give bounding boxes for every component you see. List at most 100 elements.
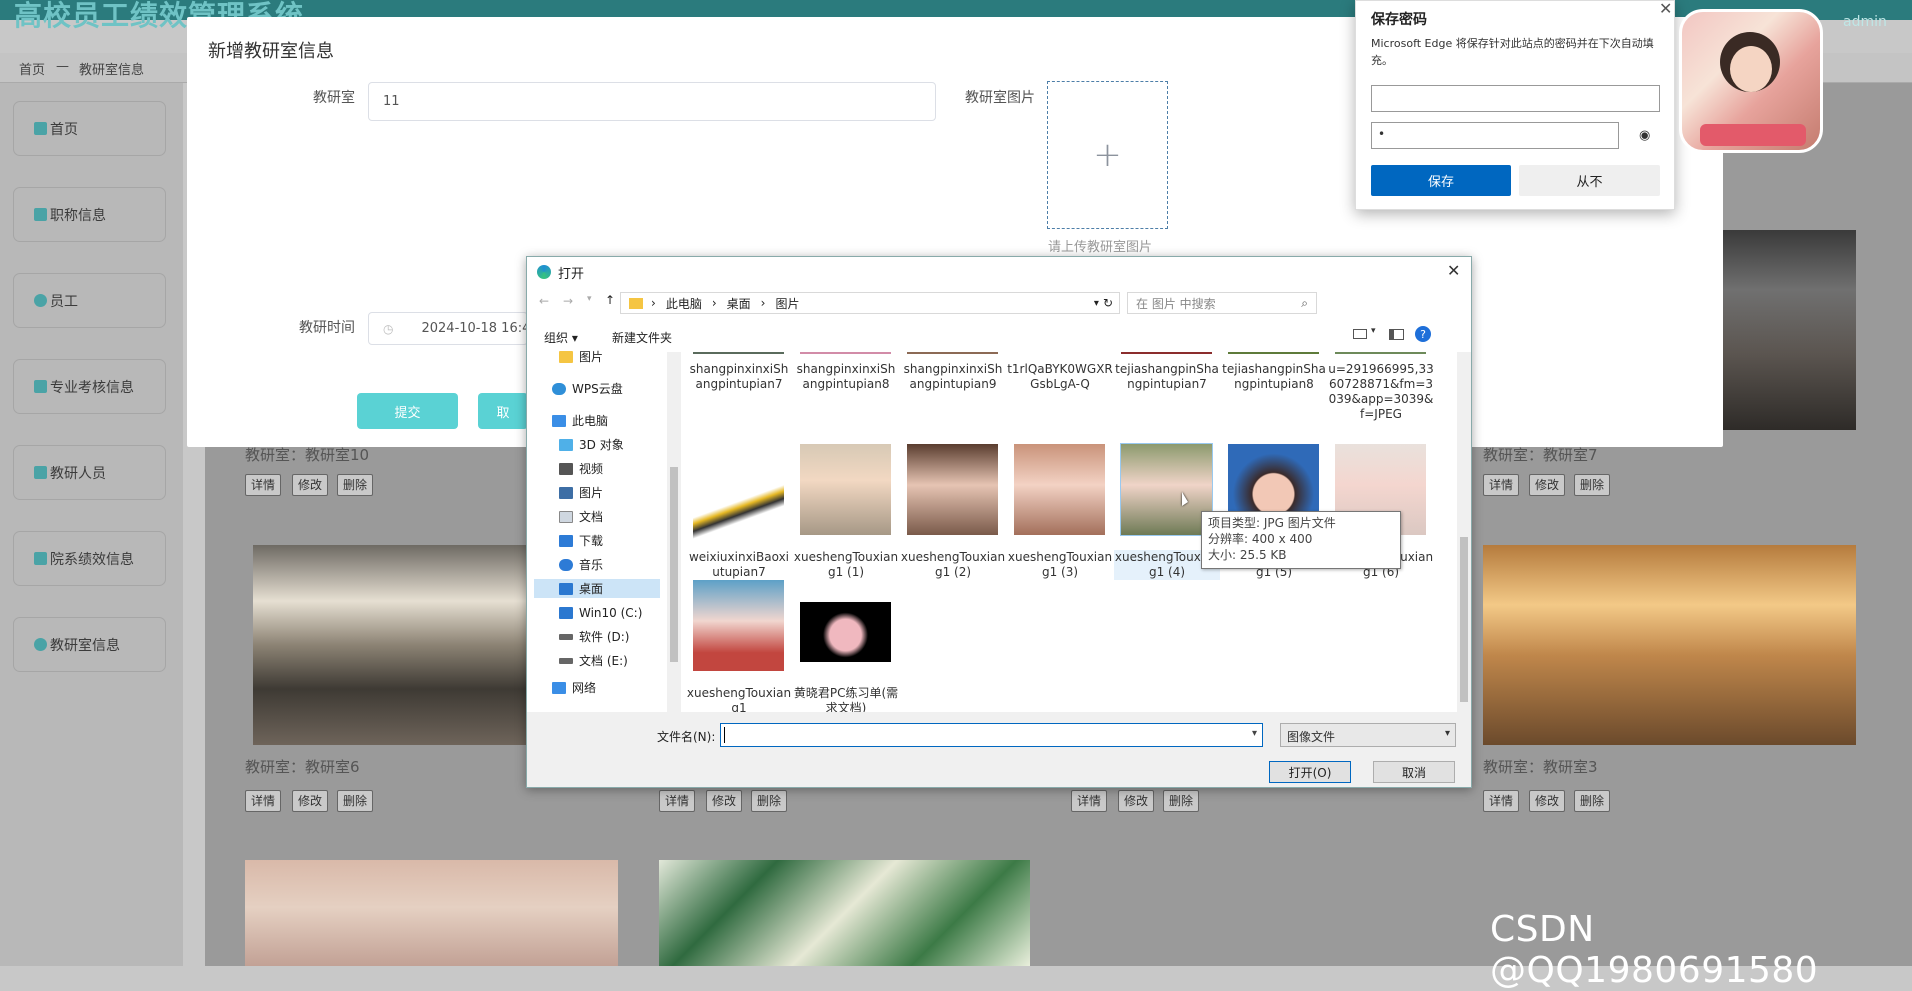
delete-button[interactable]: 删除 [751, 790, 788, 812]
room-photo[interactable] [1483, 545, 1856, 745]
delete-button[interactable]: 删除 [1163, 790, 1200, 812]
sidebar-item-researchers[interactable]: 教研人员 [13, 445, 166, 500]
path-segment[interactable]: 桌面 [727, 295, 751, 312]
save-password-button[interactable]: 保存 [1371, 165, 1511, 196]
file-thumbnail[interactable] [693, 462, 784, 553]
room-photo[interactable] [659, 860, 1030, 966]
file-name[interactable]: 黄晓君PC练习单(需求文档) [793, 686, 899, 712]
filename-input[interactable]: ▾ [720, 723, 1263, 747]
room-photo[interactable] [253, 545, 529, 745]
open-button[interactable]: 打开(O) [1269, 761, 1351, 783]
detail-button[interactable]: 详情 [1483, 474, 1520, 496]
chevron-down-icon[interactable]: ▾ [1252, 728, 1257, 739]
delete-button[interactable]: 删除 [337, 474, 374, 496]
edit-button[interactable]: 修改 [1529, 474, 1566, 496]
tree-item[interactable]: 软件 (D:) [559, 627, 629, 646]
eye-icon[interactable]: ◉ [1639, 128, 1650, 143]
file-name[interactable]: shangpinxinxiShangpintupian8 [793, 362, 899, 392]
sidebar-item-title-info[interactable]: 职称信息 [13, 187, 166, 242]
file-name[interactable]: weixiuxinxiBaoxiutupian7 [686, 550, 792, 580]
chevron-down-icon[interactable]: ▾ [1371, 326, 1376, 336]
delete-button[interactable]: 删除 [1574, 474, 1611, 496]
detail-button[interactable]: 详情 [659, 790, 696, 812]
file-thumbnail[interactable] [693, 352, 784, 354]
time-input[interactable]: ◷ 2024-10-18 16:44 [368, 312, 528, 345]
files-scrollbar[interactable] [1457, 352, 1471, 712]
tree-item[interactable]: Win10 (C:) [559, 603, 642, 622]
tree-item[interactable]: 此电脑 [552, 411, 608, 430]
file-thumbnail[interactable] [907, 444, 998, 535]
file-thumbnail[interactable] [1120, 443, 1213, 536]
room-photo[interactable] [245, 860, 618, 966]
file-name[interactable]: shangpinxinxiShangpintupian9 [900, 362, 1006, 392]
file-name[interactable]: tejiashangpinShangpintupian8 [1221, 362, 1327, 392]
file-name[interactable]: xueshengTouxiang1 (2) [900, 550, 1006, 580]
file-name[interactable]: xueshengTouxiang1 (3) [1007, 550, 1113, 580]
sidebar-item-room-info[interactable]: 教研室信息 [13, 617, 166, 672]
tree-item[interactable]: 视频 [559, 459, 603, 478]
close-icon[interactable]: ✕ [1659, 0, 1672, 18]
tree-item[interactable]: WPS云盘 [552, 379, 623, 398]
organize-menu[interactable]: 组织 ▾ [544, 329, 578, 346]
file-name[interactable]: shangpinxinxiShangpintupian7 [686, 362, 792, 392]
breadcrumb-home[interactable]: 首页 [19, 59, 45, 78]
admin-user[interactable]: admin [1843, 14, 1887, 30]
scroll-thumb[interactable] [670, 467, 678, 662]
file-thumbnail[interactable] [693, 580, 784, 671]
tree-item[interactable]: 图片 [559, 483, 603, 502]
tree-item[interactable]: 图片 [559, 347, 603, 366]
image-upload[interactable]: + [1047, 81, 1168, 229]
never-button[interactable]: 从不 [1519, 165, 1660, 196]
sidebar-item-dept-performance[interactable]: 院系绩效信息 [13, 531, 166, 586]
preview-pane-icon[interactable] [1389, 329, 1404, 340]
cancel-dialog-button[interactable]: 取消 [1373, 761, 1455, 783]
cancel-button[interactable]: 取 [478, 393, 528, 429]
file-thumbnail[interactable] [1228, 352, 1319, 354]
tree-scrollbar[interactable] [667, 352, 681, 712]
file-name[interactable]: u=291966995,3360728871&fm=3039&app=3039&… [1328, 362, 1434, 422]
edit-button[interactable]: 修改 [1529, 790, 1566, 812]
tree-item[interactable]: 音乐 [559, 555, 603, 574]
edit-button[interactable]: 修改 [292, 790, 329, 812]
file-thumbnail[interactable] [800, 352, 891, 354]
path-segment[interactable]: 图片 [775, 295, 799, 312]
tree-item[interactable]: 文档 [559, 507, 603, 526]
file-thumbnail[interactable] [1014, 444, 1105, 535]
tree-item[interactable]: 网络 [552, 678, 596, 697]
file-name[interactable]: t1rlQaBYK0WGXRGsbLgA-Q [1007, 362, 1113, 392]
file-name[interactable]: xueshengTouxiang1 (1) [793, 550, 899, 580]
filetype-select[interactable]: 图像文件 ▾ [1280, 723, 1456, 747]
file-thumbnail[interactable] [1121, 352, 1212, 354]
tree-item-selected[interactable]: 桌面 [534, 579, 660, 598]
help-icon[interactable]: ? [1415, 326, 1431, 342]
detail-button[interactable]: 详情 [1071, 790, 1108, 812]
delete-button[interactable]: 删除 [337, 790, 374, 812]
scroll-thumb[interactable] [1460, 537, 1468, 702]
sidebar-item-staff[interactable]: 员工 [13, 273, 166, 328]
file-thumbnail[interactable] [907, 352, 998, 354]
forward-icon[interactable]: → [563, 294, 573, 308]
username-input[interactable] [1371, 85, 1660, 112]
edit-button[interactable]: 修改 [1118, 790, 1155, 812]
back-icon[interactable]: ← [539, 294, 549, 308]
refresh-icon[interactable]: ↻ [1103, 296, 1113, 310]
address-bar[interactable]: › 此电脑 › 桌面 › 图片 ▾ ↻ [620, 292, 1120, 314]
sidebar-item-assessment[interactable]: 专业考核信息 [13, 359, 166, 414]
up-icon[interactable]: ↑ [605, 293, 615, 307]
close-icon[interactable]: ✕ [1447, 261, 1460, 280]
sidebar-item-home[interactable]: 首页 [13, 101, 166, 156]
file-name[interactable]: xueshengTouxiang1 [686, 686, 792, 712]
floating-avatar[interactable] [1679, 9, 1823, 153]
search-input[interactable]: 在 图片 中搜索 ⌕ [1127, 292, 1317, 314]
edit-button[interactable]: 修改 [292, 474, 329, 496]
tree-item[interactable]: 3D 对象 [559, 435, 624, 454]
edit-button[interactable]: 修改 [706, 790, 743, 812]
tree-item[interactable]: 文档 (E:) [559, 651, 628, 670]
tree-item[interactable]: 下载 [559, 531, 603, 550]
chevron-down-icon[interactable]: ▾ [587, 294, 592, 304]
path-segment[interactable]: 此电脑 [666, 295, 702, 312]
password-input[interactable]: • [1371, 122, 1619, 149]
view-icon[interactable] [1353, 329, 1367, 339]
submit-button[interactable]: 提交 [357, 393, 458, 429]
file-name[interactable]: tejiashangpinShangpintupian7 [1114, 362, 1220, 392]
